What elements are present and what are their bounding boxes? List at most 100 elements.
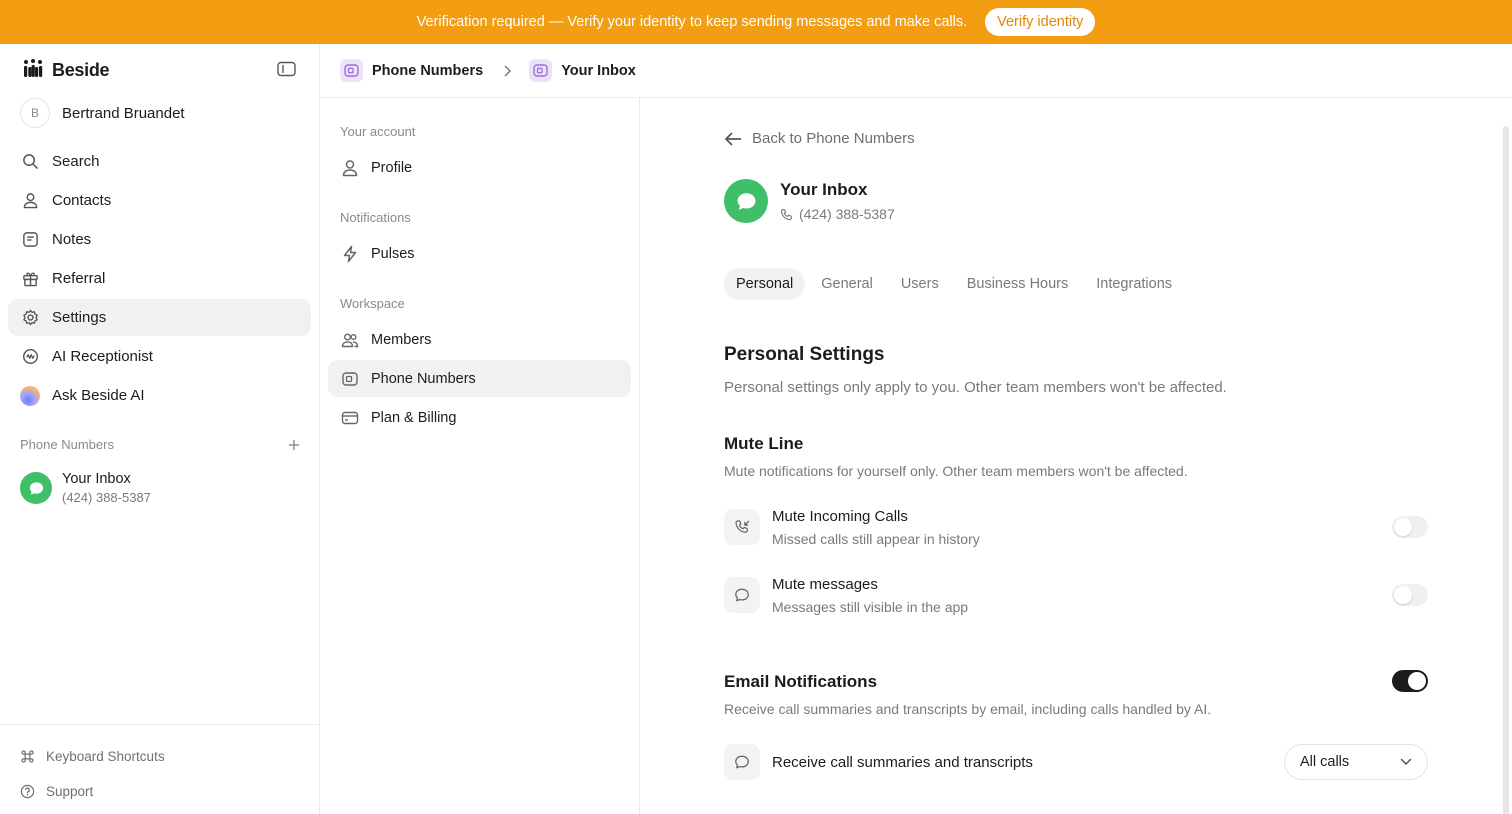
avatar: B — [20, 98, 50, 128]
footer-item-label: Support — [46, 784, 94, 799]
sidebar-item-label: Settings — [52, 309, 107, 326]
breadcrumb-phone-numbers[interactable]: Phone Numbers — [340, 59, 483, 82]
settings-item-profile[interactable]: Profile — [328, 149, 631, 186]
group-your-account: Your account — [340, 124, 416, 139]
chat-bubble-icon — [724, 179, 768, 223]
brand-name: Beside — [52, 60, 110, 80]
user-name: Bertrand Bruandet — [62, 104, 185, 122]
settings-item-pulses[interactable]: Pulses — [328, 235, 631, 272]
sidebar-nav: Search Contacts Notes Referral Settings … — [8, 143, 311, 416]
sidebar-inbox-item[interactable]: Your Inbox (424) 388-5387 — [20, 471, 151, 505]
chevron-right-icon — [504, 65, 512, 76]
email-notifications-title: Email Notifications — [724, 672, 878, 691]
mute-messages-title: Mute messages — [772, 575, 878, 593]
toggle-knob — [1394, 586, 1412, 604]
inbox-phone: (424) 388-5387 — [799, 206, 895, 222]
card-icon — [341, 411, 359, 424]
search-icon — [23, 154, 38, 169]
settings-item-plan-billing[interactable]: Plan & Billing — [328, 399, 631, 436]
inbox-header: Your Inbox (424) 388-5387 — [724, 179, 895, 223]
sidebar-toggle-icon[interactable] — [277, 61, 296, 77]
mute-messages-toggle[interactable] — [1392, 584, 1428, 606]
phone-number-icon — [340, 59, 363, 82]
sidebar-item-label: AI Receptionist — [52, 348, 153, 365]
gift-icon — [23, 272, 38, 287]
sidebar-item-ask-beside-ai[interactable]: Ask Beside AI — [8, 377, 311, 414]
settings-item-label: Pulses — [371, 245, 415, 262]
back-link-label: Back to Phone Numbers — [752, 130, 915, 147]
command-icon — [21, 750, 34, 763]
tab-personal[interactable]: Personal — [724, 268, 806, 300]
sidebar-item-settings[interactable]: Settings — [8, 299, 311, 336]
person-icon — [342, 159, 358, 176]
incoming-call-icon — [724, 509, 760, 545]
verification-banner: Verification required — Verify your iden… — [0, 0, 1512, 44]
tab-users[interactable]: Users — [889, 268, 951, 300]
sidebar-item-label: Referral — [52, 270, 106, 287]
call-summaries-select[interactable]: All calls — [1284, 744, 1428, 780]
email-notifications-toggle[interactable] — [1392, 670, 1428, 692]
page-title: Your Inbox — [780, 180, 868, 199]
settings-item-label: Phone Numbers — [371, 370, 476, 387]
settings-item-members[interactable]: Members — [328, 321, 631, 358]
phone-number-icon — [342, 371, 358, 386]
verify-identity-button[interactable]: Verify identity — [985, 8, 1096, 36]
mute-incoming-calls-toggle[interactable] — [1392, 516, 1428, 538]
sidebar-item-search[interactable]: Search — [8, 143, 311, 180]
header-phone: (424) 388-5387 — [780, 206, 895, 222]
sidebar: Beside B Bertrand Bruandet Search Contac… — [0, 44, 320, 814]
select-value: All calls — [1300, 754, 1350, 770]
chevron-down-icon — [1400, 758, 1412, 766]
sidebar-item-label: Notes — [52, 231, 92, 248]
back-to-phone-numbers-link[interactable]: Back to Phone Numbers — [724, 130, 915, 147]
message-icon — [724, 577, 760, 613]
scrollbar[interactable] — [1503, 126, 1509, 814]
mute-line-title: Mute Line — [724, 434, 804, 453]
tab-general[interactable]: General — [809, 268, 885, 300]
inbox-name: Your Inbox — [62, 471, 131, 487]
personal-settings-description: Personal settings only apply to you. Oth… — [724, 379, 1227, 396]
settings-tabs: Personal General Users Business Hours In… — [724, 268, 1184, 300]
mute-line-description: Mute notifications for yourself only. Ot… — [724, 463, 1188, 479]
breadcrumb-label: Phone Numbers — [372, 62, 484, 79]
inbox-phone: (424) 388-5387 — [62, 490, 151, 505]
sidebar-item-ai-receptionist[interactable]: AI Receptionist — [8, 338, 311, 375]
keyboard-shortcuts-link[interactable]: Keyboard Shortcuts — [0, 739, 319, 774]
breadcrumb-your-inbox[interactable]: Your Inbox — [529, 59, 636, 82]
toggle-knob — [1408, 672, 1426, 690]
user-profile[interactable]: B Bertrand Bruandet — [20, 98, 185, 128]
footer-item-label: Keyboard Shortcuts — [46, 749, 165, 764]
settings-item-phone-numbers[interactable]: Phone Numbers — [328, 360, 631, 397]
phone-numbers-section-header: Phone Numbers — [20, 437, 300, 452]
group-notifications: Notifications — [340, 210, 411, 225]
tab-integrations[interactable]: Integrations — [1084, 268, 1184, 300]
sidebar-item-notes[interactable]: Notes — [8, 221, 311, 258]
personal-settings-title: Personal Settings — [724, 344, 885, 365]
breadcrumb-label: Your Inbox — [561, 62, 636, 79]
add-phone-number-icon[interactable] — [288, 439, 300, 451]
sidebar-item-contacts[interactable]: Contacts — [8, 182, 311, 219]
settings-nav: Your account Profile Notifications Pulse… — [320, 98, 640, 814]
brand[interactable]: Beside — [22, 58, 110, 83]
ai-receptionist-icon — [22, 348, 39, 365]
email-notifications-description: Receive call summaries and transcripts b… — [724, 701, 1212, 717]
sidebar-item-label: Search — [52, 153, 100, 170]
arrow-left-icon — [725, 132, 742, 145]
mute-messages-row: Mute messages Messages still visible in … — [724, 575, 1428, 615]
tab-business-hours[interactable]: Business Hours — [955, 268, 1081, 300]
sidebar-footer: Keyboard Shortcuts Support — [0, 724, 319, 809]
mute-messages-subtitle: Messages still visible in the app — [772, 598, 969, 615]
call-summaries-label: Receive call summaries and transcripts — [772, 753, 1033, 771]
toggle-knob — [1394, 518, 1412, 536]
people-icon — [341, 333, 359, 347]
mute-incoming-calls-row: Mute Incoming Calls Missed calls still a… — [724, 507, 1428, 547]
settings-item-label: Profile — [371, 159, 413, 176]
phone-number-settings: Back to Phone Numbers Your Inbox (424) 3… — [640, 98, 1512, 814]
beside-logo-icon — [22, 58, 44, 83]
sidebar-item-referral[interactable]: Referral — [8, 260, 311, 297]
support-link[interactable]: Support — [0, 774, 319, 809]
call-summaries-row: Receive call summaries and transcripts A… — [724, 742, 1428, 782]
message-icon — [724, 744, 760, 780]
help-icon — [20, 784, 35, 799]
phone-number-icon — [529, 59, 553, 82]
